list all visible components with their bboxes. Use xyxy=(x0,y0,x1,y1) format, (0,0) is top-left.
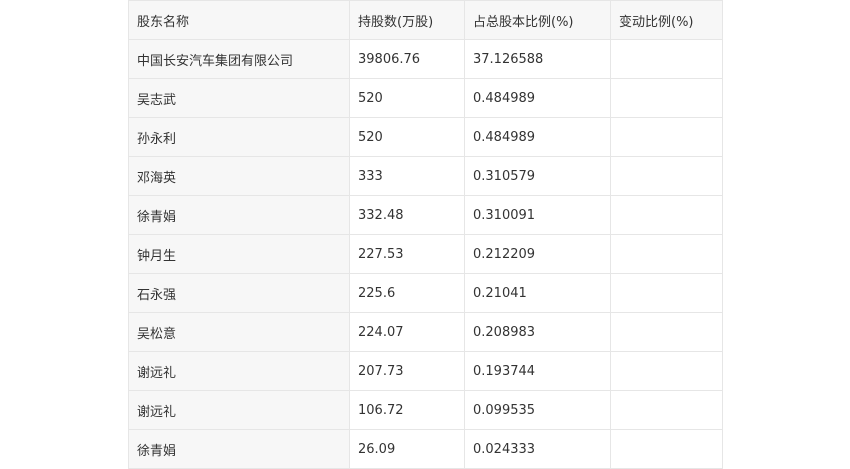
header-shareholder-name: 股东名称 xyxy=(128,0,350,40)
cell-shares: 39806.76 xyxy=(349,39,465,79)
cell-change xyxy=(610,351,723,391)
cell-ratio: 0.099535 xyxy=(464,390,611,430)
table-row: 石永强 225.6 0.21041 xyxy=(128,273,723,313)
cell-name: 徐青娟 xyxy=(128,429,350,469)
cell-shares: 224.07 xyxy=(349,312,465,352)
header-shares-held: 持股数(万股) xyxy=(349,0,465,40)
cell-name: 吴志武 xyxy=(128,78,350,118)
cell-name: 中国长安汽车集团有限公司 xyxy=(128,39,350,79)
cell-change xyxy=(610,78,723,118)
header-change-ratio: 变动比例(%) xyxy=(610,0,723,40)
cell-change xyxy=(610,39,723,79)
table-row: 中国长安汽车集团有限公司 39806.76 37.126588 xyxy=(128,39,723,79)
cell-change xyxy=(610,234,723,274)
cell-name: 孙永利 xyxy=(128,117,350,157)
cell-ratio: 0.484989 xyxy=(464,117,611,157)
table-row: 邓海英 333 0.310579 xyxy=(128,156,723,196)
cell-name: 吴松意 xyxy=(128,312,350,352)
cell-name: 徐青娟 xyxy=(128,195,350,235)
cell-ratio: 0.024333 xyxy=(464,429,611,469)
cell-change xyxy=(610,429,723,469)
cell-change xyxy=(610,156,723,196)
cell-shares: 227.53 xyxy=(349,234,465,274)
cell-shares: 26.09 xyxy=(349,429,465,469)
cell-name: 谢远礼 xyxy=(128,390,350,430)
cell-ratio: 0.212209 xyxy=(464,234,611,274)
table-row: 孙永利 520 0.484989 xyxy=(128,117,723,157)
cell-shares: 106.72 xyxy=(349,390,465,430)
cell-ratio: 0.193744 xyxy=(464,351,611,391)
cell-ratio: 37.126588 xyxy=(464,39,611,79)
table-header-row: 股东名称 持股数(万股) 占总股本比例(%) 变动比例(%) xyxy=(128,0,723,40)
cell-shares: 332.48 xyxy=(349,195,465,235)
table-row: 吴松意 224.07 0.208983 xyxy=(128,312,723,352)
cell-change xyxy=(610,195,723,235)
cell-name: 钟月生 xyxy=(128,234,350,274)
cell-change xyxy=(610,273,723,313)
cell-change xyxy=(610,312,723,352)
table-row: 徐青娟 332.48 0.310091 xyxy=(128,195,723,235)
cell-shares: 333 xyxy=(349,156,465,196)
cell-name: 谢远礼 xyxy=(128,351,350,391)
cell-ratio: 0.21041 xyxy=(464,273,611,313)
cell-ratio: 0.310579 xyxy=(464,156,611,196)
table-row: 吴志武 520 0.484989 xyxy=(128,78,723,118)
cell-ratio: 0.310091 xyxy=(464,195,611,235)
shareholder-table-container: 股东名称 持股数(万股) 占总股本比例(%) 变动比例(%) 中国长安汽车集团有… xyxy=(128,0,723,469)
cell-name: 邓海英 xyxy=(128,156,350,196)
table-row: 钟月生 227.53 0.212209 xyxy=(128,234,723,274)
cell-change xyxy=(610,117,723,157)
cell-change xyxy=(610,390,723,430)
table-row: 谢远礼 106.72 0.099535 xyxy=(128,390,723,430)
table-row: 谢远礼 207.73 0.193744 xyxy=(128,351,723,391)
cell-ratio: 0.484989 xyxy=(464,78,611,118)
cell-shares: 520 xyxy=(349,78,465,118)
cell-shares: 207.73 xyxy=(349,351,465,391)
header-share-ratio: 占总股本比例(%) xyxy=(464,0,611,40)
cell-ratio: 0.208983 xyxy=(464,312,611,352)
cell-shares: 225.6 xyxy=(349,273,465,313)
cell-name: 石永强 xyxy=(128,273,350,313)
shareholder-table: 股东名称 持股数(万股) 占总股本比例(%) 变动比例(%) 中国长安汽车集团有… xyxy=(128,0,723,469)
table-row: 徐青娟 26.09 0.024333 xyxy=(128,429,723,469)
cell-shares: 520 xyxy=(349,117,465,157)
